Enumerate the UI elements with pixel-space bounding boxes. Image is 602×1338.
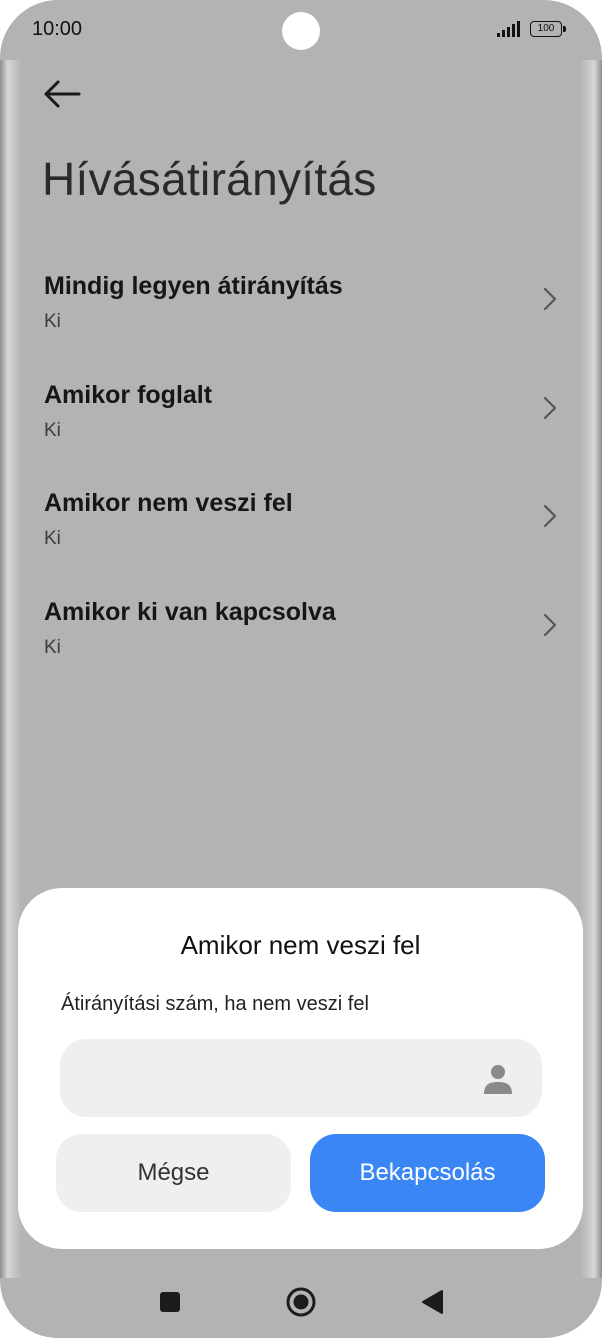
person-icon[interactable] [480, 1061, 516, 1097]
battery-tip [563, 26, 566, 32]
menu-item-always-forward[interactable]: Mindig legyen átirányítás Ki [0, 264, 602, 360]
battery-level: 100 [537, 23, 555, 34]
menu-item-when-busy[interactable]: Amikor foglalt Ki [0, 373, 602, 469]
status-time: 10:00 [32, 18, 83, 40]
menu-item-title: Amikor ki van kapcsolva [44, 598, 336, 626]
triangle-back-icon[interactable] [416, 1286, 448, 1318]
chevron-right-icon [543, 613, 557, 637]
battery-icon: 100 [530, 21, 562, 37]
circle-icon[interactable] [285, 1286, 317, 1318]
menu-item-when-unreachable[interactable]: Amikor ki van kapcsolva Ki [0, 590, 602, 686]
dialog-title: Amikor nem veszi fel [180, 930, 421, 960]
menu-item-status: Ki [44, 420, 61, 441]
chevron-right-icon [543, 287, 557, 311]
signal-icon [497, 21, 520, 37]
status-bar: 10:00 100 [0, 0, 602, 60]
forwarding-number-input[interactable] [60, 1039, 542, 1117]
chevron-right-icon [543, 396, 557, 420]
menu-item-status: Ki [44, 637, 61, 658]
camera-cutout [282, 12, 320, 50]
page-title: Hívásátirányítás [42, 153, 377, 205]
cancel-button[interactable]: Mégse [56, 1134, 291, 1212]
chevron-right-icon [543, 504, 557, 528]
menu-item-when-unanswered[interactable]: Amikor nem veszi fel Ki [0, 481, 602, 577]
menu-item-title: Mindig legyen átirányítás [44, 272, 343, 300]
menu-item-status: Ki [44, 311, 61, 332]
menu-item-title: Amikor foglalt [44, 381, 213, 409]
dialog-field-label: Átirányítási szám, ha nem veszi fel [61, 993, 369, 1015]
menu-item-title: Amikor nem veszi fel [44, 489, 293, 517]
enable-button[interactable]: Bekapcsolás [310, 1134, 545, 1212]
phone-screen: 10:00 100 Hívásátirányítás Mindig legyen… [0, 0, 602, 1338]
square-icon[interactable] [154, 1286, 186, 1318]
system-nav-bar [0, 1262, 602, 1338]
arrow-left-icon[interactable] [38, 74, 86, 114]
forwarding-dialog: Amikor nem veszi fel Átirányítási szám, … [18, 888, 583, 1249]
menu-item-status: Ki [44, 528, 61, 549]
